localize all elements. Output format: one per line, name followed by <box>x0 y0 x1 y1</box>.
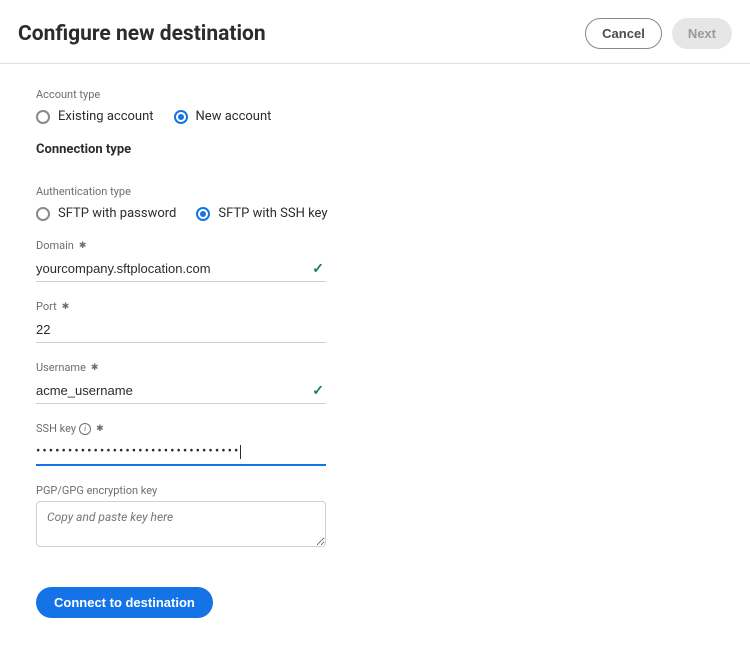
required-asterisk: ✱ <box>91 363 99 373</box>
domain-input[interactable] <box>36 261 326 276</box>
username-input[interactable] <box>36 383 326 398</box>
text-cursor <box>240 445 241 459</box>
field-label-text: SSH key <box>36 422 76 435</box>
pgp-field-group: PGP/GPG encryption key <box>36 484 326 551</box>
check-icon: ✓ <box>312 383 324 399</box>
required-asterisk: ✱ <box>79 241 87 251</box>
page-header: Configure new destination Cancel Next <box>0 0 750 64</box>
port-label: Port ✱ <box>36 300 326 313</box>
existing-account-option[interactable]: Existing account <box>36 109 154 124</box>
account-type-label: Account type <box>36 88 714 101</box>
account-type-options: Existing account New account <box>36 109 714 124</box>
username-label: Username ✱ <box>36 361 326 374</box>
next-button: Next <box>672 18 732 49</box>
form-body: Account type Existing account New accoun… <box>0 64 750 646</box>
field-label-text: Username <box>36 361 86 374</box>
auth-type-label: Authentication type <box>36 185 714 198</box>
connect-button[interactable]: Connect to destination <box>36 587 213 618</box>
radio-icon <box>196 207 210 221</box>
radio-label: SFTP with SSH key <box>218 206 327 221</box>
username-field-group: Username ✱ ✓ <box>36 361 326 404</box>
radio-icon <box>36 110 50 124</box>
radio-label: Existing account <box>58 109 154 124</box>
connection-type-heading: Connection type <box>36 142 714 157</box>
port-input[interactable] <box>36 322 326 337</box>
radio-label: SFTP with password <box>58 206 176 221</box>
domain-label: Domain ✱ <box>36 239 326 252</box>
port-field-group: Port ✱ <box>36 300 326 343</box>
sftp-password-option[interactable]: SFTP with password <box>36 206 176 221</box>
field-label-text: PGP/GPG encryption key <box>36 484 157 497</box>
pgp-textarea[interactable] <box>36 501 326 547</box>
port-input-wrap[interactable] <box>36 317 326 343</box>
radio-icon <box>36 207 50 221</box>
sshkey-input[interactable]: •••••••••••••••••••••••••••••••• <box>36 444 240 459</box>
field-label-text: Domain <box>36 239 74 252</box>
header-buttons: Cancel Next <box>585 18 732 49</box>
cancel-button[interactable]: Cancel <box>585 18 662 49</box>
domain-field-group: Domain ✱ ✓ <box>36 239 326 282</box>
sftp-sshkey-option[interactable]: SFTP with SSH key <box>196 206 327 221</box>
sshkey-field-group: SSH key i ✱ ••••••••••••••••••••••••••••… <box>36 422 326 466</box>
radio-label: New account <box>196 109 272 124</box>
field-label-text: Port <box>36 300 57 313</box>
sshkey-label: SSH key i ✱ <box>36 422 326 435</box>
domain-input-wrap[interactable]: ✓ <box>36 256 326 282</box>
username-input-wrap[interactable]: ✓ <box>36 378 326 404</box>
check-icon: ✓ <box>312 261 324 277</box>
pgp-label: PGP/GPG encryption key <box>36 484 326 497</box>
radio-icon <box>174 110 188 124</box>
auth-type-options: SFTP with password SFTP with SSH key <box>36 206 714 221</box>
page-title: Configure new destination <box>18 22 266 46</box>
info-icon[interactable]: i <box>79 423 91 435</box>
sshkey-input-wrap[interactable]: •••••••••••••••••••••••••••••••• <box>36 439 326 466</box>
required-asterisk: ✱ <box>62 302 70 312</box>
new-account-option[interactable]: New account <box>174 109 272 124</box>
required-asterisk: ✱ <box>96 424 104 434</box>
